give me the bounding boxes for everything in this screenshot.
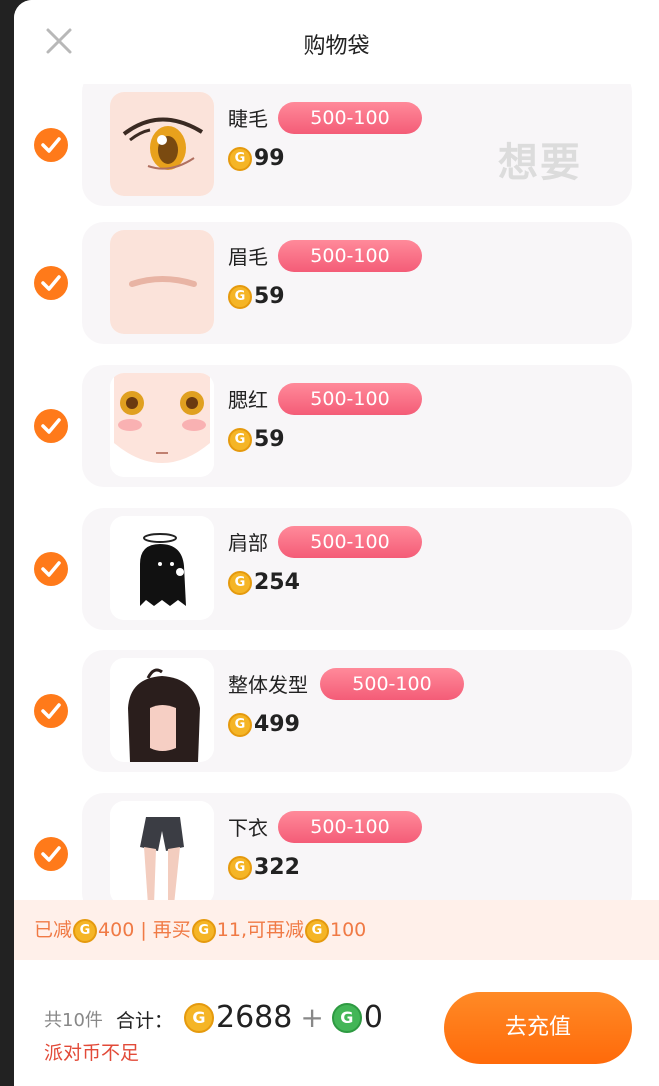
discount-again-value: 100 bbox=[330, 919, 367, 941]
checkmark-icon bbox=[41, 137, 61, 153]
item-thumbnail-hairstyle bbox=[110, 658, 214, 762]
item-card[interactable]: 肩部 500-100 254 bbox=[82, 508, 632, 630]
cart-item: 眉毛 500-100 59 bbox=[14, 222, 659, 352]
item-thumbnail-eyelash bbox=[110, 92, 214, 196]
promo-badge: 500-100 bbox=[320, 668, 464, 700]
promo-badge: 500-100 bbox=[278, 526, 422, 558]
checkmark-icon bbox=[41, 275, 61, 291]
discount-reduced-label: 已减 bbox=[34, 919, 73, 941]
coin-icon bbox=[228, 146, 252, 171]
item-card[interactable]: 睫毛 500-100 99 想要 bbox=[82, 84, 632, 206]
item-price: 254 bbox=[228, 570, 300, 600]
green-coin-icon bbox=[331, 1002, 362, 1033]
discount-buy-more-label: | 再买 bbox=[134, 919, 191, 941]
item-name: 腮红 bbox=[228, 388, 268, 412]
discount-reduced-value: 400 bbox=[98, 919, 135, 941]
watermark-text: 想要 bbox=[498, 140, 582, 186]
item-count: 共10件 bbox=[44, 1010, 103, 1031]
item-price: 59 bbox=[228, 284, 285, 314]
checkout-footer: 共10件 合计： 2688+0 派对币不足 去充值 bbox=[14, 960, 659, 1086]
item-name: 整体发型 bbox=[228, 673, 308, 697]
item-name: 眉毛 bbox=[228, 245, 268, 269]
item-price: 99 bbox=[228, 146, 285, 176]
item-name: 肩部 bbox=[228, 531, 268, 555]
item-price: 499 bbox=[228, 712, 300, 742]
header: 购物袋 bbox=[14, 0, 659, 84]
coin-icon bbox=[228, 712, 252, 737]
checkmark-icon bbox=[41, 418, 61, 434]
item-card[interactable]: 整体发型 500-100 499 bbox=[82, 650, 632, 772]
item-checkbox[interactable] bbox=[34, 128, 68, 162]
coin-icon bbox=[191, 918, 216, 943]
item-thumbnail-blush bbox=[110, 373, 214, 477]
coin-icon bbox=[73, 918, 98, 943]
insufficient-balance-warning: 派对币不足 bbox=[44, 1042, 140, 1064]
item-thumbnail-eyebrow bbox=[110, 230, 214, 334]
green-coins-value: 0 bbox=[363, 1000, 383, 1035]
item-checkbox[interactable] bbox=[34, 694, 68, 728]
coin-icon bbox=[228, 570, 252, 595]
item-price: 59 bbox=[228, 427, 285, 457]
promo-badge: 500-100 bbox=[278, 240, 422, 272]
cart-item-list[interactable]: 睫毛 500-100 99 想要 眉毛 5 bbox=[14, 84, 659, 900]
recharge-button[interactable]: 去充值 bbox=[444, 992, 632, 1064]
item-card[interactable]: 眉毛 500-100 59 bbox=[82, 222, 632, 344]
coin-icon bbox=[228, 427, 252, 452]
cart-item: 腮红 500-100 59 bbox=[14, 365, 659, 495]
total-amount: 2688+0 bbox=[184, 1000, 383, 1035]
promo-badge: 500-100 bbox=[278, 383, 422, 415]
promo-badge: 500-100 bbox=[278, 102, 422, 134]
item-thumbnail-bottoms bbox=[110, 801, 214, 900]
item-checkbox[interactable] bbox=[34, 552, 68, 586]
discount-info-bar: 已减 400 | 再买 11,可再减 100 bbox=[14, 900, 659, 960]
page-title: 购物袋 bbox=[303, 34, 370, 59]
item-checkbox[interactable] bbox=[34, 837, 68, 871]
item-thumbnail-shoulder-ghost bbox=[110, 516, 214, 620]
promo-badge: 500-100 bbox=[278, 811, 422, 843]
cart-item: 睫毛 500-100 99 想要 bbox=[14, 84, 659, 206]
item-checkbox[interactable] bbox=[34, 409, 68, 443]
item-card[interactable]: 下衣 500-100 322 bbox=[82, 793, 632, 900]
cart-item: 肩部 500-100 254 bbox=[14, 508, 659, 638]
cart-item: 整体发型 500-100 499 bbox=[14, 650, 659, 780]
item-name: 睫毛 bbox=[228, 107, 268, 131]
coin-icon bbox=[305, 918, 329, 943]
item-card[interactable]: 腮红 500-100 59 bbox=[82, 365, 632, 487]
total-label: 合计： bbox=[116, 1010, 174, 1032]
plus-sign: + bbox=[300, 1001, 324, 1034]
checkmark-icon bbox=[41, 846, 61, 862]
coin-icon bbox=[184, 1002, 214, 1033]
item-price: 322 bbox=[228, 855, 300, 885]
coin-icon bbox=[228, 284, 252, 309]
cart-item: 下衣 500-100 322 bbox=[14, 793, 659, 900]
checkmark-icon bbox=[41, 703, 61, 719]
item-checkbox[interactable] bbox=[34, 266, 68, 300]
total-coins-value: 2688 bbox=[216, 1000, 293, 1035]
shopping-bag-sheet: 购物袋 睫毛 500-100 G99 想要 眉毛 500-100 G59 腮红 … bbox=[14, 0, 659, 1086]
coin-icon bbox=[228, 855, 252, 880]
item-name: 下衣 bbox=[228, 816, 268, 840]
discount-again-label: ,可再减 bbox=[240, 919, 304, 941]
discount-buy-more-value: 11 bbox=[216, 919, 241, 941]
checkmark-icon bbox=[41, 561, 61, 577]
